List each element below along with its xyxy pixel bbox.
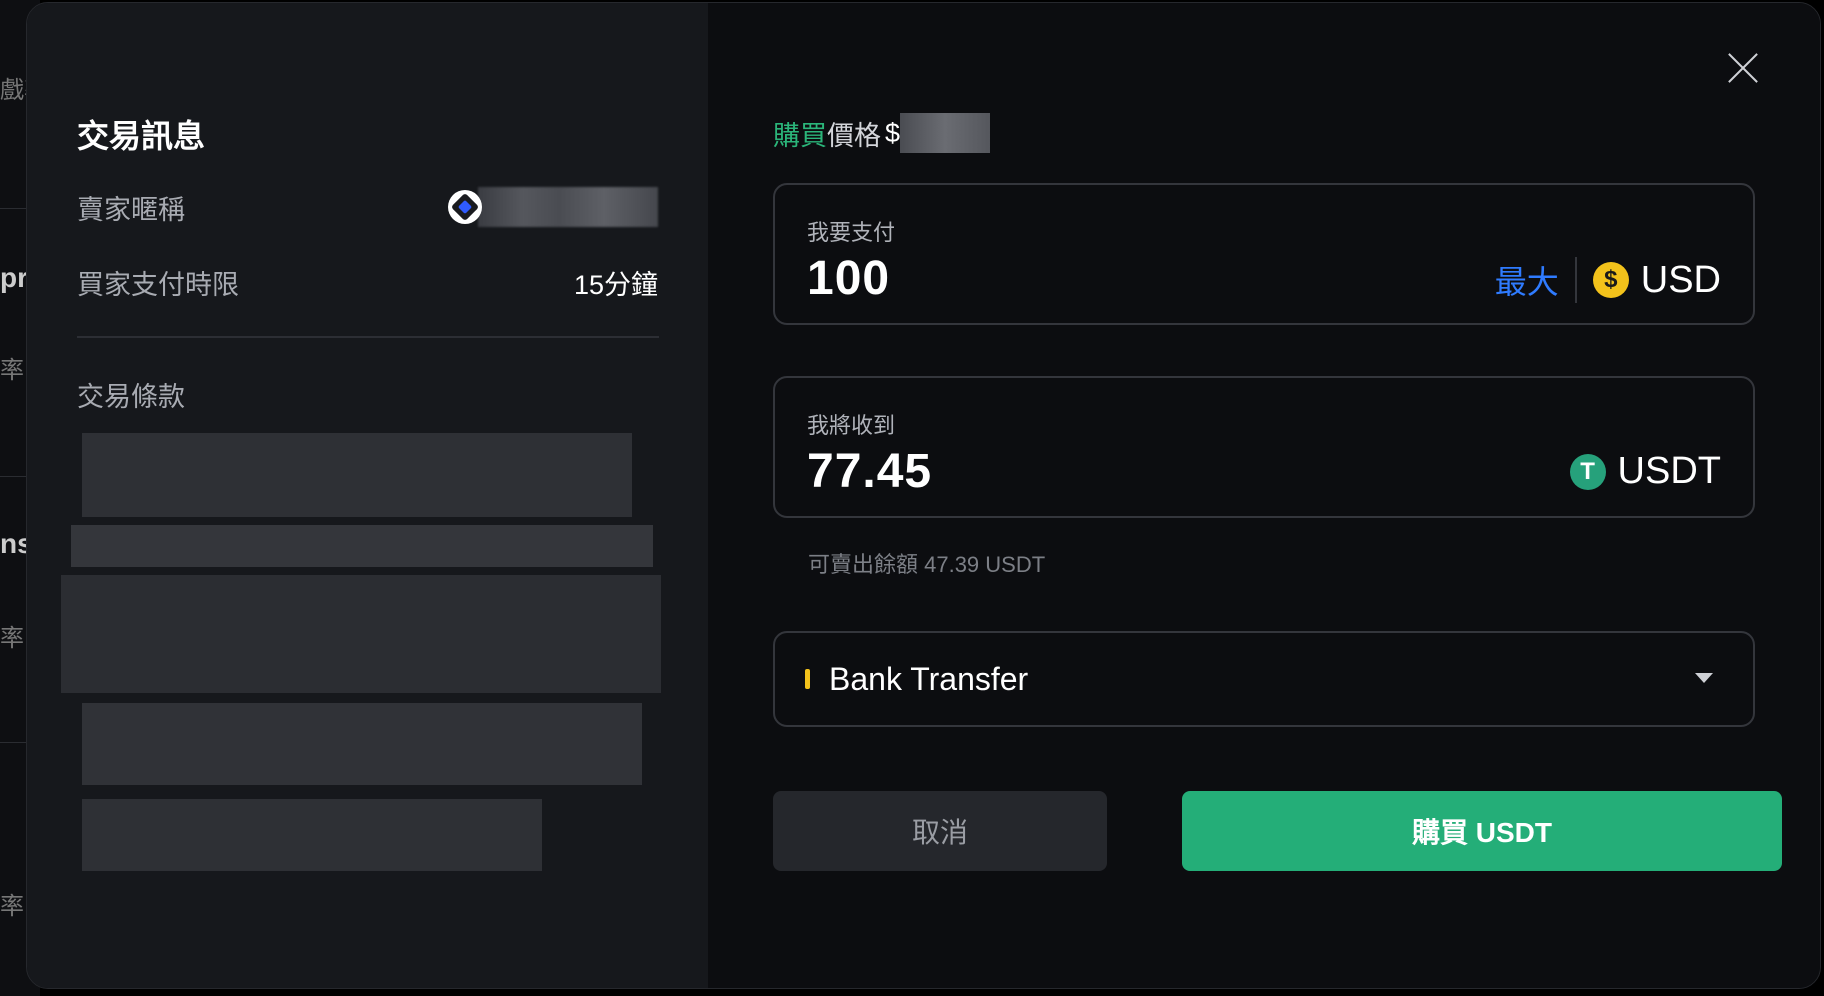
payment-limit-label: 買家支付時限 [77,269,239,300]
seller-label: 賣家暱稱 [77,194,185,225]
receive-label: 我將收到 [807,413,896,438]
chevron-down-icon [1695,673,1713,683]
redacted-block [82,703,642,785]
seller-avatar [448,190,482,224]
pay-amount-input[interactable]: 100 [807,251,890,306]
pay-amount-field[interactable]: 我要支付 100 最大 $ USD [773,183,1755,325]
seller-row: 賣家暱稱 [77,187,658,227]
redacted-block [71,525,653,567]
redacted-block [82,433,632,517]
price-currency: $ [885,117,901,148]
price-value-redacted [900,113,991,153]
max-button[interactable]: 最大 [1495,257,1559,303]
pay-currency: USD [1640,258,1721,301]
receive-amount-input[interactable]: 77.45 [807,444,932,499]
usdt-coin-icon: T [1569,453,1606,490]
price-line: 購買 價格 $ [773,113,991,153]
buy-usdt-button[interactable]: 購買 USDT [1182,791,1782,871]
separator [1574,257,1577,303]
receive-currency: USDT [1617,450,1721,492]
price-buy-text: 購買 [773,120,827,151]
payment-method-value: Bank Transfer [829,661,1029,697]
seller-name-redacted [478,187,658,227]
usd-coin-icon: $ [1592,262,1629,298]
redacted-block [82,799,542,871]
payment-method-select[interactable]: Bank Transfer [773,631,1755,727]
terms-title: 交易條款 [77,382,185,412]
payment-limit-row: 買家支付時限 15分鐘 [77,262,658,302]
receive-amount-field[interactable]: 我將收到 77.45 T USDT [773,376,1755,518]
divider [77,336,659,338]
trade-info-panel: 交易訊息 賣家暱稱 買家支付時限 15分鐘 交易條款 [27,3,708,988]
cancel-button[interactable]: 取消 [773,791,1107,871]
order-panel: 購買 價格 $ 我要支付 100 最大 $ USD 我將收到 77.45 T U… [708,3,1820,988]
receive-currency-group: T USDT [1569,450,1721,493]
payment-method-indicator [805,669,810,689]
price-label: 價格 [827,120,881,151]
trade-info-title: 交易訊息 [77,118,206,154]
background-text: 率 [0,625,24,652]
seller-info[interactable] [448,187,658,227]
payment-limit-value: 15分鐘 [573,269,658,300]
pay-label: 我要支付 [807,220,896,245]
background-text: 率 [0,893,24,920]
redacted-block [61,575,661,693]
close-icon[interactable] [1726,51,1760,85]
available-balance: 可賣出餘額 47.39 USDT [808,552,1046,577]
pay-currency-group: 最大 $ USD [1495,257,1721,303]
trade-modal: 交易訊息 賣家暱稱 買家支付時限 15分鐘 交易條款 購買 價格 $ 我要支付 … [26,2,1821,989]
